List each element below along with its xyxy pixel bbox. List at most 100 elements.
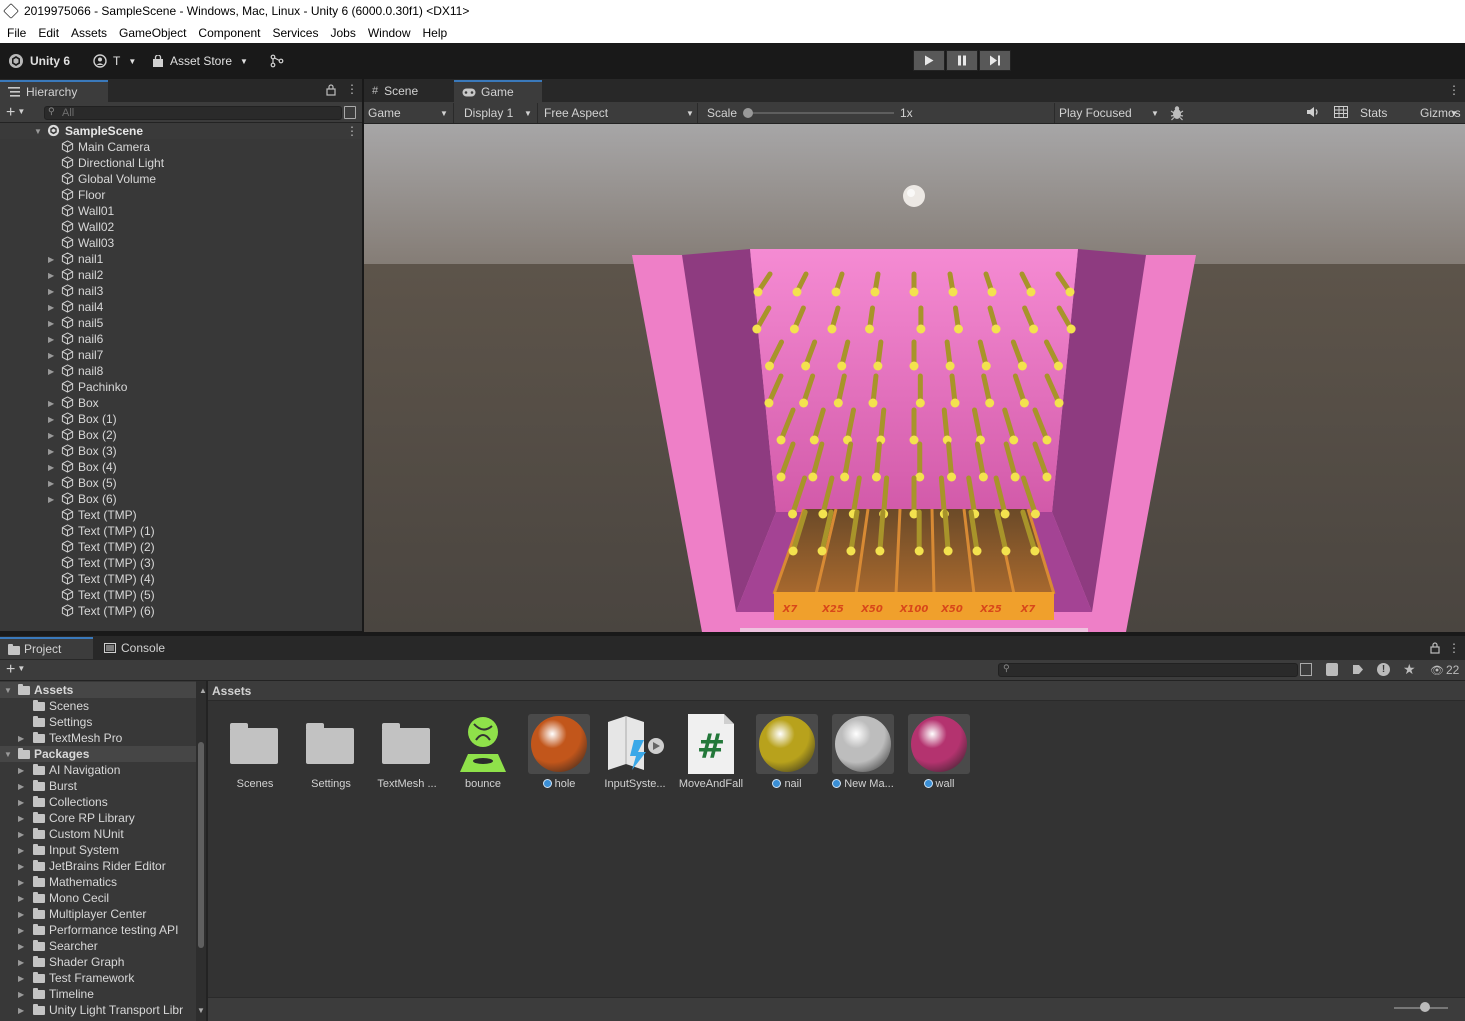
folder-tree-item[interactable]: ▶ Core RP Library [0, 810, 196, 826]
display-dropdown[interactable]: Display 1 ▼ [460, 103, 538, 123]
game-render-viewport[interactable]: X7 X25 X50 X100 X50 X25 X7 [364, 124, 1465, 632]
expand-arrow-icon[interactable]: ▶ [18, 878, 24, 887]
icon-size-slider-handle[interactable] [1420, 1002, 1430, 1012]
menu-assets[interactable]: Assets [64, 26, 112, 40]
folder-tree-item[interactable]: ▶ AI Navigation [0, 762, 196, 778]
folder-tree-item[interactable]: ▼ Assets [0, 682, 196, 698]
folder-tree-item[interactable]: ▶ Mathematics [0, 874, 196, 890]
hierarchy-item[interactable]: ▶ Box [0, 395, 362, 411]
account-dropdown[interactable]: T ▼ [93, 52, 136, 70]
hierarchy-item[interactable]: ▶ nail2 [0, 267, 362, 283]
hierarchy-item[interactable]: Wall02 [0, 219, 362, 235]
tab-game[interactable]: Game [454, 80, 542, 102]
expand-arrow-icon[interactable]: ▶ [18, 942, 24, 951]
hierarchy-item[interactable]: Text (TMP) (1) [0, 523, 362, 539]
folder-tree-item[interactable]: ▶ JetBrains Rider Editor [0, 858, 196, 874]
folder-tree-item[interactable]: Scenes [0, 698, 196, 714]
bug-icon[interactable] [1170, 105, 1184, 124]
expand-arrow-icon[interactable]: ▶ [18, 894, 24, 903]
asset-item[interactable]: nail [752, 712, 822, 802]
step-button[interactable] [979, 50, 1011, 71]
folder-tree-item[interactable]: ▶ Input System [0, 842, 196, 858]
hierarchy-item[interactable]: Floor [0, 187, 362, 203]
hierarchy-search-input[interactable]: ⚲ All [44, 106, 342, 120]
asset-item[interactable]: # MoveAndFall [676, 712, 746, 802]
pause-button[interactable] [946, 50, 978, 71]
hierarchy-item[interactable]: ▶ Box (6) [0, 491, 362, 507]
hierarchy-item[interactable]: Global Volume [0, 171, 362, 187]
asset-store-button[interactable]: Asset Store ▼ [152, 52, 248, 70]
lock-icon[interactable] [1430, 642, 1440, 657]
expand-arrow-icon[interactable]: ▶ [18, 990, 24, 999]
favorite-star-icon[interactable]: ★ [1403, 661, 1416, 678]
expand-arrow-icon[interactable]: ▶ [18, 1006, 24, 1015]
hierarchy-item[interactable]: Wall01 [0, 203, 362, 219]
menu-help[interactable]: Help [416, 26, 453, 40]
hierarchy-item[interactable]: ▶ nail6 [0, 331, 362, 347]
folder-tree-item[interactable]: Settings [0, 714, 196, 730]
expand-arrow-icon[interactable]: ▼ [4, 750, 12, 759]
asset-item[interactable]: Settings [296, 712, 366, 802]
expand-arrow-icon[interactable]: ▶ [18, 798, 24, 807]
expand-arrow-icon[interactable]: ▶ [18, 782, 24, 791]
scroll-down-arrow-icon[interactable]: ▼ [197, 1006, 205, 1015]
folder-tree-item[interactable]: ▶ Custom NUnit [0, 826, 196, 842]
folder-tree-item[interactable]: ▶ Collections [0, 794, 196, 810]
game-view-dropdown[interactable]: Game ▼ [364, 103, 454, 123]
expand-arrow-icon[interactable]: ▶ [48, 463, 58, 472]
asset-item[interactable]: InputSyste... [600, 712, 670, 802]
aspect-dropdown[interactable]: Free Aspect ▼ [540, 103, 698, 123]
expand-arrow-icon[interactable]: ▶ [48, 415, 58, 424]
expand-arrow-icon[interactable]: ▶ [48, 351, 58, 360]
folder-tree-item[interactable]: ▶ Multiplayer Center [0, 906, 196, 922]
menu-component[interactable]: Component [191, 26, 265, 40]
expand-arrow-icon[interactable]: ▶ [48, 319, 58, 328]
hierarchy-item[interactable]: ▶ nail8 [0, 363, 362, 379]
expand-arrow-icon[interactable]: ▼ [34, 127, 44, 136]
expand-arrow-icon[interactable]: ▶ [18, 958, 24, 967]
asset-item[interactable]: New Ma... [828, 712, 898, 802]
project-search-input[interactable]: ⚲ [998, 663, 1298, 677]
menu-jobs[interactable]: Jobs [323, 26, 360, 40]
expand-arrow-icon[interactable]: ▶ [48, 479, 58, 488]
create-add-button[interactable]: + ▼ [6, 105, 25, 121]
hierarchy-item[interactable]: Text (TMP) (3) [0, 555, 362, 571]
hierarchy-item[interactable]: ▶ Box (2) [0, 427, 362, 443]
folder-tree-item[interactable]: ▶ Timeline [0, 986, 196, 1002]
asset-item[interactable]: bounce [448, 712, 518, 802]
hierarchy-item[interactable]: ▶ Box (3) [0, 443, 362, 459]
tree-scrollbar-thumb[interactable] [198, 742, 204, 948]
filter-by-type-icon[interactable] [1326, 663, 1338, 676]
asset-item[interactable]: Scenes [220, 712, 290, 802]
scale-slider-track[interactable] [746, 112, 894, 114]
menu-services[interactable]: Services [265, 26, 323, 40]
folder-tree-item[interactable]: ▼ Packages [0, 746, 196, 762]
folder-tree-item[interactable]: ▶ Shader Graph [0, 954, 196, 970]
create-add-button[interactable]: + ▼ [6, 662, 25, 678]
folder-tree-item[interactable]: ▶ TextMesh Pro [0, 730, 196, 746]
menu-file[interactable]: File [0, 26, 31, 40]
hierarchy-item[interactable]: ▶ nail1 [0, 251, 362, 267]
expand-arrow-icon[interactable]: ▶ [48, 367, 58, 376]
expand-arrow-icon[interactable]: ▼ [4, 686, 12, 695]
play-button[interactable] [913, 50, 945, 71]
grid-layout-icon[interactable] [1334, 106, 1348, 121]
expand-arrow-icon[interactable]: ▶ [48, 495, 58, 504]
hierarchy-item[interactable]: ▶ Box (4) [0, 459, 362, 475]
folder-tree-item[interactable]: ▶ Burst [0, 778, 196, 794]
expand-arrow-icon[interactable]: ▶ [18, 766, 24, 775]
hierarchy-item[interactable]: Directional Light [0, 155, 362, 171]
scene-row[interactable]: ▼ SampleScene ⋮ [0, 123, 362, 139]
hierarchy-item[interactable]: ▶ nail4 [0, 299, 362, 315]
expand-arrow-icon[interactable]: ▶ [18, 846, 24, 855]
hierarchy-item[interactable]: Pachinko [0, 379, 362, 395]
menu-edit[interactable]: Edit [31, 26, 64, 40]
search-filter-icon[interactable] [1300, 663, 1312, 676]
expand-arrow-icon[interactable]: ▶ [48, 447, 58, 456]
warning-filter-icon[interactable]: ! [1377, 663, 1390, 676]
play-mode-dropdown[interactable]: Play Focused ▼ [1054, 103, 1162, 123]
hierarchy-item[interactable]: Text (TMP) [0, 507, 362, 523]
scene-menu-icon[interactable]: ⋮ [346, 124, 358, 138]
expand-arrow-icon[interactable]: ▶ [18, 862, 24, 871]
expand-arrow-icon[interactable]: ▶ [48, 303, 58, 312]
